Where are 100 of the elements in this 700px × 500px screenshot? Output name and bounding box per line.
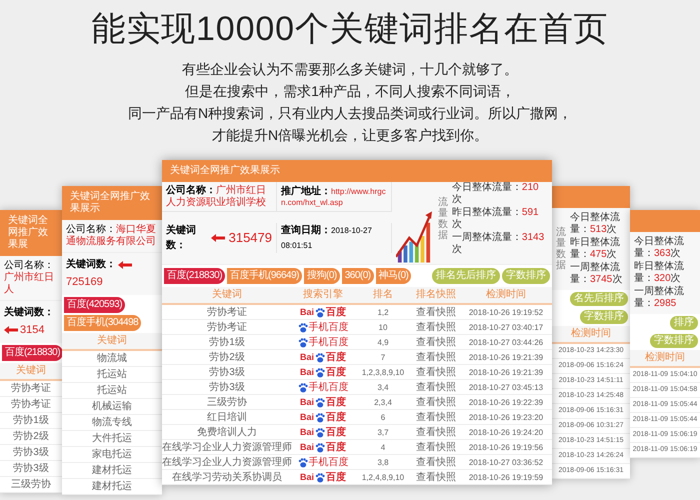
- engine-tab[interactable]: 搜狗(0): [304, 268, 340, 284]
- snapshot-link[interactable]: 查看快照: [412, 350, 460, 364]
- intro-text: 同一产品有N种搜索词，只有业内人去搜品类词或行业词。所以广撒网，: [128, 104, 572, 123]
- traffic-stat: 昨日整体流量：320次: [634, 261, 685, 285]
- table-cell-text: 红日培训: [206, 410, 248, 424]
- traffic-stat: 一周整体流量：2985: [634, 286, 685, 310]
- table-cell-text: 2018-10-26 19:21:39: [468, 352, 544, 364]
- engine-logo-text: 百度: [326, 425, 346, 440]
- side-label: 流量数据: [556, 227, 566, 271]
- column-header: 排名: [372, 288, 394, 302]
- table-cell: 在线学习企业人力资源管理师: [162, 456, 292, 470]
- table-cell-text: 1,2,4,8,9,10: [360, 472, 406, 484]
- engine-logo-text: Bai: [300, 306, 314, 319]
- snapshot-link[interactable]: 查看快照: [412, 470, 460, 484]
- engine-logo-text: 手机百度: [308, 320, 348, 335]
- traffic-stat: 一周整体流量：3745次: [570, 262, 624, 286]
- engine-tab[interactable]: 百度(218830): [2, 344, 62, 360]
- engine-logo-text: Bai: [300, 396, 314, 409]
- engine-logo-text: Bai: [300, 410, 314, 424]
- keyword-count: 725169: [66, 275, 103, 290]
- table-cell-text: 2018-10-26 19:24:20: [468, 426, 544, 438]
- engine-logo-text: 百度: [326, 470, 346, 485]
- table-cell-text: 2018-10-26 19:19:52: [468, 306, 544, 318]
- table-cell-text: 在线学习劳动关系协调员: [171, 470, 283, 484]
- arrow-icon: [118, 260, 132, 268]
- table-cell-text: 2018-10-26 19:19:56: [468, 442, 544, 454]
- table-cell-text: 1,2,3,8,9,10: [360, 366, 406, 378]
- column-header: 检测时间: [630, 350, 700, 368]
- table-cell-text: 三级劳协: [206, 396, 248, 410]
- intro-text: 但是在搜索中，需求1种产品，不同人搜索不同词语，: [185, 82, 515, 101]
- table-cell-text: 劳协考证: [206, 320, 248, 334]
- snapshot-link[interactable]: 查看快照: [412, 426, 460, 440]
- paw-icon: [315, 368, 325, 378]
- column-header: 排名快照: [415, 288, 457, 302]
- engine-tab[interactable]: 百度(420593): [64, 296, 126, 312]
- query-date: 查询日期：2018-10-27 08:01:51: [281, 224, 373, 252]
- snapshot-link[interactable]: 查看快照: [412, 306, 460, 320]
- snapshot-link[interactable]: 查看快照: [412, 456, 460, 470]
- promotion-url: 推广地址：http://www.hrgcn.com/hxt_wl.asp: [281, 186, 387, 208]
- company-name: 公司名称：广州市红日人力资源职业培训学校: [166, 184, 267, 208]
- traffic-stat: 昨日整体流量：591 次: [452, 207, 540, 231]
- table-cell-text: 2018-10-26 19:21:39: [468, 366, 544, 378]
- engine-logo-text: Bai: [300, 440, 314, 454]
- card-header: 关键词全网推广效果展示: [62, 186, 162, 220]
- engine-tab[interactable]: 百度手机(96649): [227, 268, 302, 284]
- engine-logo-text: Bai: [300, 366, 314, 379]
- card-header: 关键词全网推广效果展示: [162, 160, 552, 182]
- intro-text: 有些企业会认为不需要那么多关键词，十几个就够了。: [182, 60, 518, 79]
- snapshot-link[interactable]: 查看快照: [412, 380, 460, 394]
- company-name: 公司名称：海口华夏通物流服务有限公司: [66, 224, 156, 247]
- paw-icon: [315, 472, 325, 482]
- table-cell-text: 4: [380, 442, 386, 454]
- column-header: 检测时间: [485, 288, 527, 302]
- intro-text: 才能提升N倍曝光机会，让更多客户找到你。: [212, 126, 488, 145]
- engine-logo-text: Bai: [300, 350, 314, 364]
- traffic-stat: 今日整体流量：513次: [570, 212, 621, 236]
- table-cell: 建材托运: [62, 478, 162, 494]
- snapshot-link[interactable]: 查看快照: [412, 366, 460, 380]
- paw-icon: [315, 308, 325, 318]
- table-cell-text: 2018-10-26 19:23:20: [468, 412, 544, 424]
- company-name: 公司名称： 广州市红日人: [4, 260, 54, 295]
- engine-tab[interactable]: 百度手机(304498: [64, 314, 142, 330]
- keyword-count-label: 关键词数：: [66, 258, 116, 272]
- snapshot-link[interactable]: 查看快照: [412, 410, 460, 424]
- engine-tab[interactable]: 百度(218830): [164, 268, 226, 284]
- paw-icon: [315, 398, 325, 408]
- table-cell-text: 7: [380, 352, 386, 364]
- table-cell: 在线学习企业人力资源管理师: [162, 440, 292, 454]
- engine-logo-text: 百度: [326, 365, 346, 380]
- table-cell-text: 2018-10-27 03:44:26: [468, 336, 544, 348]
- table-cell-text: 2018-10-27 03:36:52: [468, 456, 544, 468]
- engine-tab[interactable]: 360(0): [342, 268, 374, 284]
- arrow-icon: [4, 326, 18, 334]
- table-cell-text: 2018-10-26 19:19:59: [468, 472, 544, 484]
- snapshot-link[interactable]: 查看快照: [412, 396, 460, 410]
- engine-tab[interactable]: 神马(0): [376, 268, 412, 284]
- paw-icon: [298, 322, 308, 332]
- table-cell-text: 劳协3级: [208, 380, 246, 394]
- snapshot-link[interactable]: 查看快照: [412, 336, 460, 350]
- paw-icon: [298, 338, 308, 348]
- engine-logo-text: 百度: [326, 395, 346, 410]
- table-cell-text: 免费培训人力: [196, 426, 258, 440]
- table-cell-text: 3,8: [376, 456, 390, 468]
- table-cell-text: 劳协考证: [206, 306, 248, 320]
- column-header: 关键词: [0, 362, 62, 380]
- table-cell-text: 3,7: [376, 426, 390, 438]
- snapshot-link[interactable]: 查看快照: [412, 320, 460, 334]
- table-cell-text: 劳协3级: [208, 366, 246, 380]
- snapshot-link[interactable]: 查看快照: [412, 440, 460, 454]
- table-cell-text: 劳协2级: [208, 350, 246, 364]
- table-cell-text: 4,9: [376, 336, 390, 348]
- engine-logo-text: Bai: [300, 426, 314, 439]
- column-header: 检测时间: [552, 326, 630, 344]
- traffic-stat: 今日整体流量：363次: [634, 236, 685, 260]
- table-cell-text: 2,3,4: [373, 396, 393, 408]
- table-cell-text: 2018-10-27 03:40:17: [468, 322, 544, 334]
- column-header: 搜索引擎: [302, 288, 344, 302]
- paw-icon: [315, 428, 325, 438]
- traffic-stat: 今日整体流量：210 次: [452, 182, 540, 206]
- table-cell-text: 2018-10-26 19:22:39: [468, 396, 544, 408]
